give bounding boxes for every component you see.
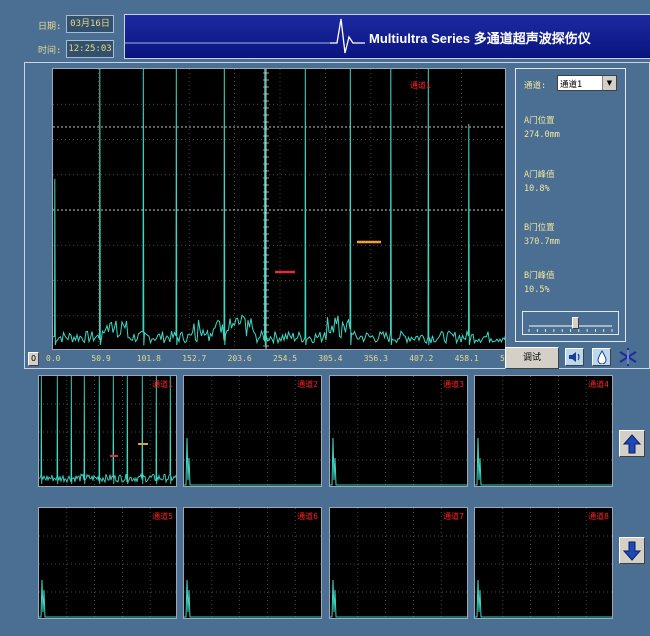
x-tick-label: 356.3 (363, 354, 388, 363)
main-scope: 通道1 (52, 68, 506, 350)
mini-scope-5[interactable]: 通道5 (38, 507, 177, 619)
mini-channel-label: 通道4 (588, 380, 609, 389)
main-channel-label: 通道1 (410, 81, 431, 90)
droplet-icon[interactable] (592, 348, 611, 366)
mini-scope-7[interactable]: 通道7 (329, 507, 468, 619)
mini-waveform (330, 508, 467, 618)
a-gate-position-label: A门位置 (524, 116, 555, 126)
x-tick-label: 407.2 (409, 354, 434, 363)
b-gate-peak-value: 10.5% (524, 285, 550, 295)
x-tick-label: 203.6 (227, 354, 252, 363)
mini-scope-1[interactable]: 通道1 (38, 375, 177, 487)
a-gate-peak-label: A门峰值 (524, 170, 555, 180)
app-title: Multiultra Series 多通道超声波探伤仪 (369, 31, 591, 46)
title-banner: Multiultra Series 多通道超声波探伤仪 (124, 14, 650, 59)
b-gate-position-value: 370.7mm (524, 237, 560, 247)
channel-select-value: 通道1 (560, 80, 583, 90)
mini-channel-label: 通道7 (443, 512, 464, 521)
mini-channel-label: 通道1 (152, 380, 173, 389)
chevron-down-icon[interactable]: ▼ (602, 76, 616, 90)
channel-select-label: 通道: (524, 81, 547, 91)
x-tick-label: 152.7 (182, 354, 207, 363)
mini-scope-2[interactable]: 通道2 (183, 375, 322, 487)
main-waveform (53, 69, 505, 349)
x-tick-label: 458.1 (454, 354, 479, 363)
date-value: 03月16日 (66, 15, 114, 33)
x-tick-label: 50.9 (91, 354, 111, 363)
x-tick-label: 254.5 (273, 354, 298, 363)
zero-button[interactable]: 0 (28, 352, 39, 366)
mini-channel-label: 通道5 (152, 512, 173, 521)
x-tick-label: 101.8 (136, 354, 161, 363)
mini-waveform (330, 376, 467, 486)
arrow-up-icon[interactable] (619, 430, 645, 457)
debug-button[interactable]: 调试 (505, 347, 559, 369)
speaker-icon[interactable] (565, 348, 584, 366)
mini-channel-label: 通道6 (297, 512, 318, 521)
mini-waveform (475, 376, 612, 486)
mini-waveform (184, 376, 321, 486)
side-panel: 通道: 通道1 ▼ A门位置 274.0mm A门峰值 10.8% B门位置 3… (515, 68, 626, 342)
a-gate-position-value: 274.0mm (524, 130, 560, 140)
slider-thumb[interactable] (571, 317, 579, 329)
mini-waveform (475, 508, 612, 618)
mini-channel-label: 通道2 (297, 380, 318, 389)
x-tick-label: 0.0 (46, 354, 61, 363)
mini-scope-4[interactable]: 通道4 (474, 375, 613, 487)
a-gate-peak-value: 10.8% (524, 184, 550, 194)
mini-scope-6[interactable]: 通道6 (183, 507, 322, 619)
date-label: 日期: (38, 22, 62, 32)
gain-slider[interactable] (522, 311, 619, 335)
mini-waveform (184, 508, 321, 618)
b-gate-peak-label: B门峰值 (524, 271, 555, 281)
snowflake-icon[interactable] (617, 347, 639, 367)
b-gate-position-label: B门位置 (524, 223, 555, 233)
time-value: 12:25:03 (66, 40, 114, 58)
channel-select[interactable]: 通道1 ▼ (557, 75, 617, 91)
time-label: 时间: (38, 46, 62, 56)
mini-waveform (39, 508, 176, 618)
x-tick-label: 305.4 (318, 354, 343, 363)
arrow-down-icon[interactable] (619, 537, 645, 564)
mini-waveform (39, 376, 176, 486)
slider-track (528, 325, 613, 332)
mini-channel-label: 通道8 (588, 512, 609, 521)
mini-scope-3[interactable]: 通道3 (329, 375, 468, 487)
mini-scope-8[interactable]: 通道8 (474, 507, 613, 619)
mini-channel-label: 通道3 (443, 380, 464, 389)
